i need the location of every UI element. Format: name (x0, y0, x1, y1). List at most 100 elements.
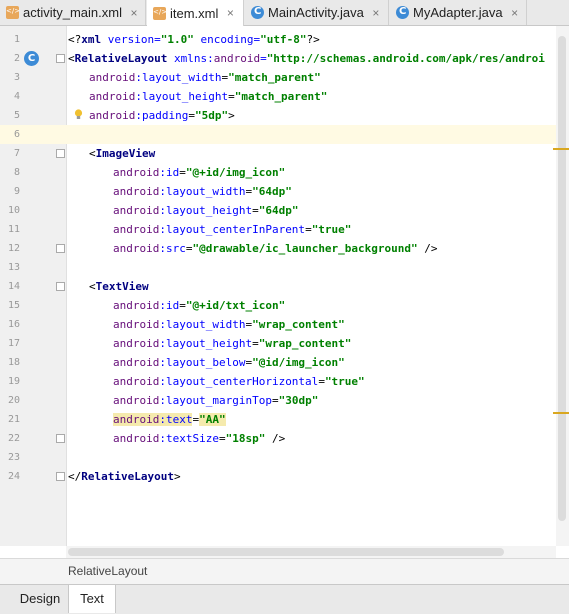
tab-activity-main-xml[interactable]: activity_main.xml × (0, 0, 146, 25)
code-line: 11 android:layout_centerInParent="true" (0, 220, 556, 239)
code-line: 7 <ImageView (0, 144, 556, 163)
code-text: android:textSize="18sp" /> (113, 432, 286, 445)
close-icon[interactable]: × (509, 6, 521, 20)
code-line: 2 C <RelativeLayout xmlns:android="http:… (0, 49, 556, 68)
tab-label: MyAdapter.java (413, 5, 503, 20)
fold-marker-icon[interactable] (56, 282, 65, 291)
tab-label: activity_main.xml (23, 5, 122, 20)
tab-my-adapter-java[interactable]: MyAdapter.java × (390, 0, 527, 25)
tab-main-activity-java[interactable]: MainActivity.java × (245, 0, 389, 25)
line-number: 21 (7, 414, 20, 425)
line-number: 23 (7, 452, 20, 463)
tab-label: MainActivity.java (268, 5, 364, 20)
code-line: 15 android:id="@+id/txt_icon" (0, 296, 556, 315)
lightbulb-icon[interactable] (74, 109, 83, 121)
line-number: 22 (7, 433, 20, 444)
code-line: 14 <TextView (0, 277, 556, 296)
code-text: android:layout_height="64dp" (113, 204, 299, 217)
tab-text[interactable]: Text (68, 585, 116, 613)
close-icon[interactable]: × (128, 6, 140, 20)
close-icon[interactable]: × (224, 6, 236, 20)
code-line: 5 android:padding="5dp"> (0, 106, 556, 125)
line-number: 17 (7, 338, 20, 349)
line-number: 1 (13, 34, 20, 45)
line-number: 6 (13, 129, 20, 140)
horizontal-scroll-thumb[interactable] (68, 548, 504, 556)
code-line: 18 android:layout_below="@id/img_icon" (0, 353, 556, 372)
code-text: <ImageView (89, 147, 156, 160)
code-text: android:text="AA" (113, 413, 226, 426)
line-number: 2 (13, 53, 20, 64)
code-text: android:layout_height="wrap_content" (113, 337, 352, 350)
line-number: 8 (13, 167, 20, 178)
code-text: android:layout_width="wrap_content" (113, 318, 345, 331)
code-text: android:layout_width="match_parent" (89, 71, 321, 84)
code-text: android:layout_marginTop="30dp" (113, 394, 319, 407)
line-number: 12 (7, 243, 20, 254)
fold-marker-icon[interactable] (56, 54, 65, 63)
xml-file-icon (153, 6, 167, 20)
line-number: 5 (13, 110, 20, 121)
code-line: 22 android:textSize="18sp" /> (0, 429, 556, 448)
code-editor[interactable]: 1 <?xml version="1.0" encoding="utf-8"?>… (0, 26, 569, 546)
line-number: 19 (7, 376, 20, 387)
class-c-icon (396, 6, 409, 19)
code-text: android:padding="5dp"> (89, 109, 235, 122)
warning-marker[interactable] (553, 412, 569, 414)
tab-label: item.xml (170, 5, 219, 21)
line-number: 7 (13, 148, 20, 159)
fold-marker-icon[interactable] (56, 149, 65, 158)
line-number: 24 (7, 471, 20, 482)
xml-file-icon (6, 6, 20, 19)
class-c-icon[interactable]: C (24, 51, 39, 66)
tab-item-xml[interactable]: item.xml × (147, 0, 244, 26)
close-icon[interactable]: × (370, 6, 382, 20)
line-number: 13 (7, 262, 20, 273)
code-line: 19 android:layout_centerHorizontal="true… (0, 372, 556, 391)
editor-tab-bar: activity_main.xml × item.xml × MainActiv… (0, 0, 569, 26)
warning-marker[interactable] (553, 148, 569, 150)
code-line: 20 android:layout_marginTop="30dp" (0, 391, 556, 410)
code-text: android:layout_centerInParent="true" (113, 223, 352, 236)
code-line: 9 android:layout_width="64dp" (0, 182, 556, 201)
code-text: <RelativeLayout xmlns:android="http://sc… (68, 52, 545, 65)
line-number: 10 (7, 205, 20, 216)
code-text: </RelativeLayout> (68, 470, 181, 483)
breadcrumb-item[interactable]: RelativeLayout (68, 559, 147, 584)
code-line: 12 android:src="@drawable/ic_launcher_ba… (0, 239, 556, 258)
code-text: android:layout_below="@id/img_icon" (113, 356, 345, 369)
class-c-icon (251, 6, 264, 19)
code-line: 17 android:layout_height="wrap_content" (0, 334, 556, 353)
code-line: 1 <?xml version="1.0" encoding="utf-8"?> (0, 30, 556, 49)
code-line: 8 android:id="@+id/img_icon" (0, 163, 556, 182)
fold-marker-icon[interactable] (56, 434, 65, 443)
code-text: android:id="@+id/img_icon" (113, 166, 286, 179)
line-number: 4 (13, 91, 20, 102)
code-line: 13 (0, 258, 556, 277)
line-number: 16 (7, 319, 20, 330)
code-text: <TextView (89, 280, 149, 293)
line-number: 9 (13, 186, 20, 197)
line-number: 14 (7, 281, 20, 292)
code-line: 16 android:layout_width="wrap_content" (0, 315, 556, 334)
line-number: 3 (13, 72, 20, 83)
vertical-scroll-thumb[interactable] (558, 36, 566, 521)
code-text: android:layout_height="match_parent" (89, 90, 328, 103)
code-line: 10 android:layout_height="64dp" (0, 201, 556, 220)
line-number: 15 (7, 300, 20, 311)
code-line: 24 </RelativeLayout> (0, 467, 556, 486)
line-number: 18 (7, 357, 20, 368)
line-number: 11 (7, 224, 20, 235)
tab-design[interactable]: Design (12, 585, 68, 613)
code-text: android:src="@drawable/ic_launcher_backg… (113, 242, 438, 255)
code-text: android:layout_width="64dp" (113, 185, 292, 198)
code-text: android:layout_centerHorizontal="true" (113, 375, 365, 388)
bottom-tab-bar: Design Text (0, 584, 569, 614)
code-line: 23 (0, 448, 556, 467)
current-code-line: 6 (0, 125, 556, 144)
code-line: 21 android:text="AA" (0, 410, 556, 429)
fold-marker-icon[interactable] (56, 244, 65, 253)
code-line: 4 android:layout_height="match_parent" (0, 87, 556, 106)
fold-marker-icon[interactable] (56, 472, 65, 481)
code-text: <?xml version="1.0" encoding="utf-8"?> (68, 33, 320, 46)
